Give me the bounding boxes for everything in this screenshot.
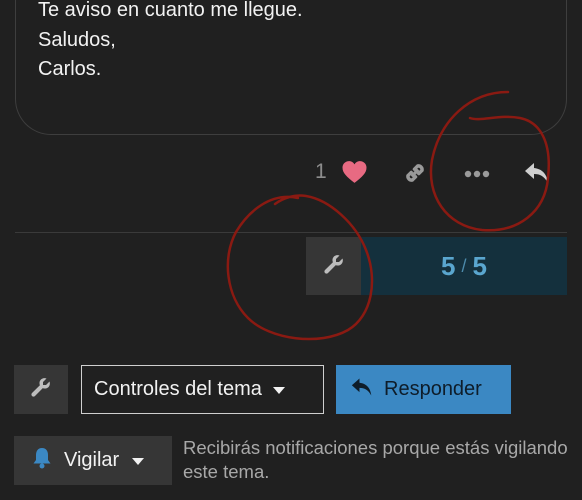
progress-separator: / [461, 255, 467, 276]
progress-current: 5 [441, 250, 456, 281]
wrench-icon [322, 252, 346, 281]
like-count[interactable]: 1 [315, 160, 327, 184]
bell-icon [32, 447, 52, 475]
notification-level-button[interactable]: Vigilar [14, 436, 172, 485]
progress-total: 5 [472, 250, 487, 281]
topic-controls-label: Controles del tema [94, 378, 262, 400]
notification-row: Vigilar Recibirás notificaciones porque … [0, 436, 582, 486]
post-line: Te aviso en cuanto me llegue. [38, 0, 303, 21]
reply-icon[interactable] [523, 160, 551, 191]
post-line: Carlos. [38, 58, 102, 80]
post-text: Te aviso en cuanto me llegue. Saludos, C… [38, 0, 303, 85]
caret-down-icon [272, 378, 286, 401]
admin-wrench-button[interactable] [306, 237, 361, 295]
post-line: Saludos, [38, 28, 116, 51]
reply-label: Responder [384, 378, 482, 400]
link-icon[interactable] [402, 160, 428, 191]
topic-controls-dropdown[interactable]: Controles del tema [81, 365, 324, 414]
reply-button[interactable]: Responder [336, 365, 511, 414]
post-actions: 1 [0, 158, 582, 190]
topic-progress[interactable]: 5 / 5 [361, 237, 567, 295]
divider [15, 232, 567, 233]
caret-down-icon [131, 449, 145, 472]
notification-description: Recibirás notificaciones porque estás vi… [183, 437, 568, 482]
more-icon[interactable] [464, 166, 490, 184]
watch-label: Vigilar [64, 449, 120, 471]
heart-icon[interactable] [341, 160, 368, 189]
topic-footer-buttons: Controles del tema Responder [0, 365, 582, 415]
wrench-icon [29, 375, 53, 404]
reply-icon [350, 376, 374, 404]
admin-wrench-button[interactable] [14, 365, 68, 414]
